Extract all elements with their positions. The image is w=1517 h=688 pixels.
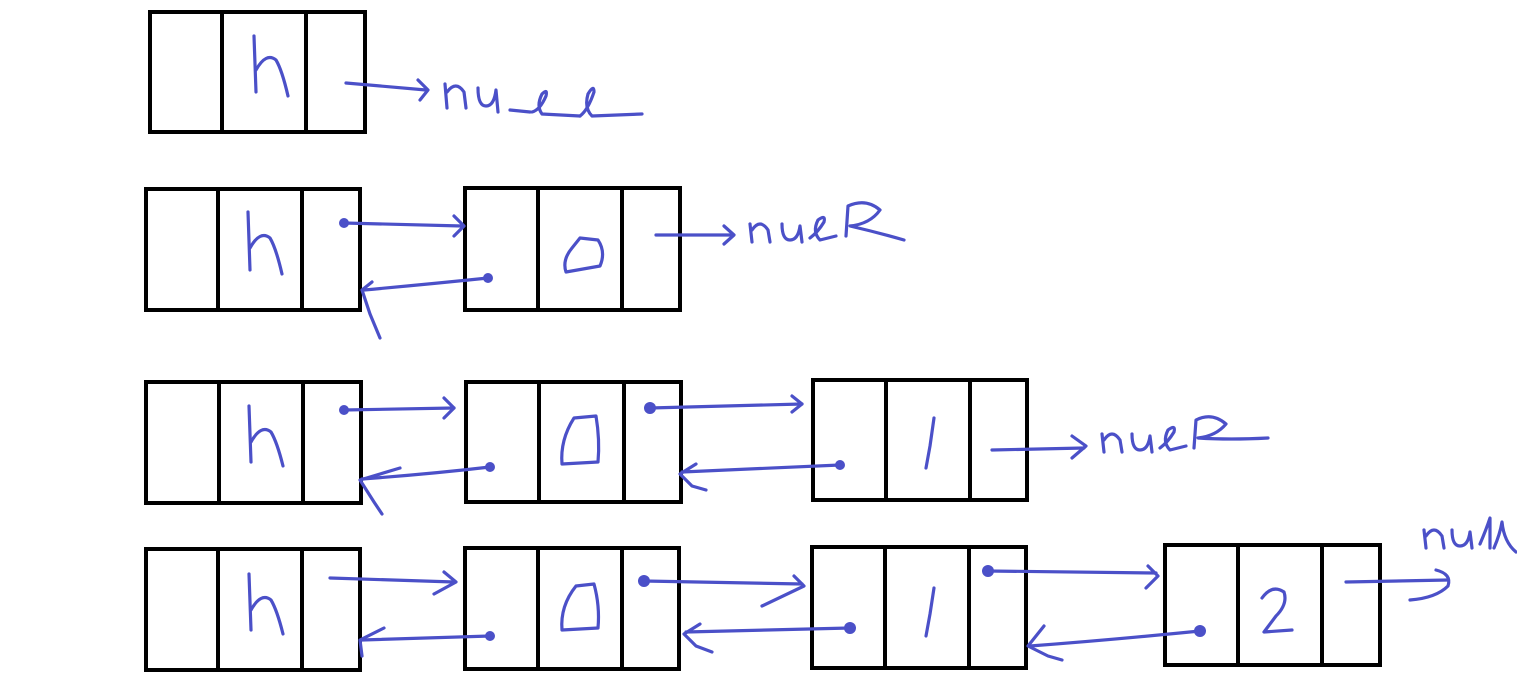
node-box — [1163, 543, 1382, 667]
node-value-handwritten — [247, 572, 285, 636]
next-pointer-arrow — [982, 564, 1160, 590]
node-value-handwritten — [252, 34, 290, 98]
prev-pointer-arrow — [360, 273, 493, 340]
row-4 — [144, 516, 1517, 672]
node-value-handwritten — [924, 586, 936, 638]
node-value-handwritten — [924, 416, 936, 470]
next-pointer-arrow — [990, 434, 1088, 460]
next-pointer-arrow — [328, 570, 458, 596]
row-2 — [144, 186, 906, 340]
null-label-handwritten — [443, 82, 644, 118]
node-box — [144, 187, 362, 312]
next-pointer-arrow — [644, 394, 804, 414]
node-h — [144, 547, 362, 672]
next-pointer-arrow — [339, 396, 456, 420]
doubly-linked-list-diagram — [144, 10, 1517, 672]
node-value-handwritten — [560, 582, 601, 632]
node-h — [144, 187, 362, 312]
next-pointer-arrow — [1344, 568, 1451, 602]
null-label-handwritten — [1100, 415, 1270, 454]
node-1 — [811, 378, 1029, 502]
row-3 — [144, 378, 1270, 516]
node-box — [464, 380, 683, 504]
next-pointer-arrow — [344, 78, 430, 102]
node-value-handwritten — [246, 210, 284, 276]
node-box — [811, 378, 1029, 502]
next-pointer-arrow — [654, 224, 736, 246]
node-0 — [463, 186, 682, 312]
prev-pointer-arrow — [1026, 624, 1206, 662]
next-pointer-arrow — [339, 214, 466, 238]
node-0 — [464, 380, 683, 504]
node-0 — [463, 546, 681, 671]
prev-pointer-arrow — [358, 626, 495, 658]
node-value-handwritten — [563, 236, 605, 274]
node-2 — [1163, 543, 1382, 667]
prev-pointer-arrow — [358, 462, 495, 516]
prev-pointer-arrow — [682, 622, 856, 654]
node-box — [463, 546, 681, 671]
node-value-handwritten — [247, 404, 285, 468]
next-pointer-arrow — [638, 574, 806, 608]
row-1 — [148, 10, 644, 134]
null-label-handwritten — [748, 201, 906, 244]
node-1 — [810, 545, 1028, 670]
node-h — [144, 380, 363, 505]
node-value-handwritten — [560, 414, 601, 466]
node-box — [144, 380, 363, 505]
node-box — [148, 10, 367, 134]
node-h — [148, 10, 367, 134]
null-label-handwritten — [1422, 516, 1517, 554]
prev-pointer-arrow — [678, 460, 845, 492]
node-box — [810, 545, 1028, 670]
node-value-handwritten — [1260, 587, 1294, 634]
